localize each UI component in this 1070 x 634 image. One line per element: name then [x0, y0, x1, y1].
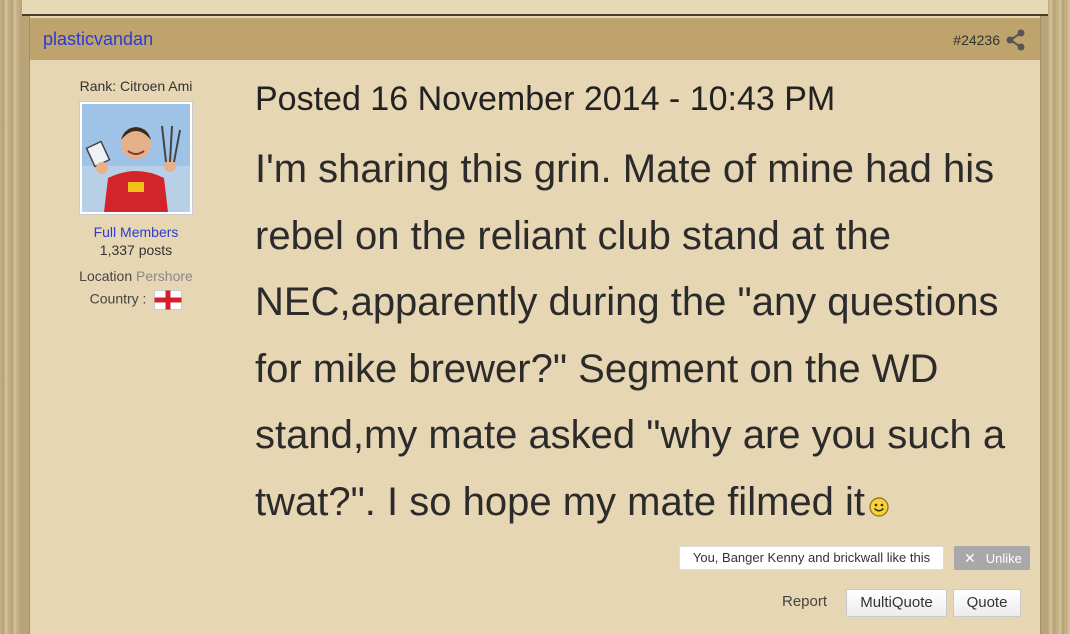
quote-button[interactable]: Quote — [953, 589, 1021, 617]
post-number-link[interactable]: #24236 — [953, 32, 1000, 48]
background-left-border — [0, 0, 22, 634]
author-panel: Rank: Citroen Ami Full Members 1,337 pos… — [30, 60, 242, 310]
post-body-text: I'm sharing this grin. Mate of mine had … — [255, 147, 1006, 524]
username-link[interactable]: plasticvandan — [43, 29, 153, 50]
likes-summary[interactable]: You, Banger Kenny and brickwall like thi… — [679, 546, 944, 570]
multiquote-button[interactable]: MultiQuote — [846, 589, 947, 617]
england-flag-icon — [154, 290, 183, 310]
post-header: plasticvandan #24236 — [30, 18, 1040, 60]
location-label: Location — [79, 268, 133, 284]
author-group-link[interactable]: Full Members — [30, 224, 242, 240]
previous-post-edge — [22, 0, 1048, 16]
close-icon: ✕ — [964, 550, 976, 566]
location-value: Pershore — [136, 268, 193, 284]
report-link[interactable]: Report — [782, 593, 827, 610]
author-avatar[interactable] — [80, 102, 192, 214]
author-post-count: 1,337 posts — [99, 242, 173, 258]
unlike-button[interactable]: ✕ Unlike — [954, 546, 1030, 570]
country-label: Country : — [89, 290, 147, 307]
share-icon[interactable] — [1005, 29, 1027, 51]
unlike-label: Unlike — [985, 551, 1022, 566]
forum-post: plasticvandan #24236 Rank: Citroen Ami F… — [29, 16, 1041, 634]
post-content: I'm sharing this grin. Mate of mine had … — [255, 136, 1040, 535]
author-location: Location Pershore — [30, 268, 242, 284]
post-date: Posted 16 November 2014 - 10:43 PM — [255, 80, 836, 118]
author-rank: Rank: Citroen Ami — [79, 78, 193, 94]
background-right-border — [1048, 0, 1070, 634]
smiley-icon — [869, 496, 889, 517]
author-country: Country : — [30, 290, 242, 310]
